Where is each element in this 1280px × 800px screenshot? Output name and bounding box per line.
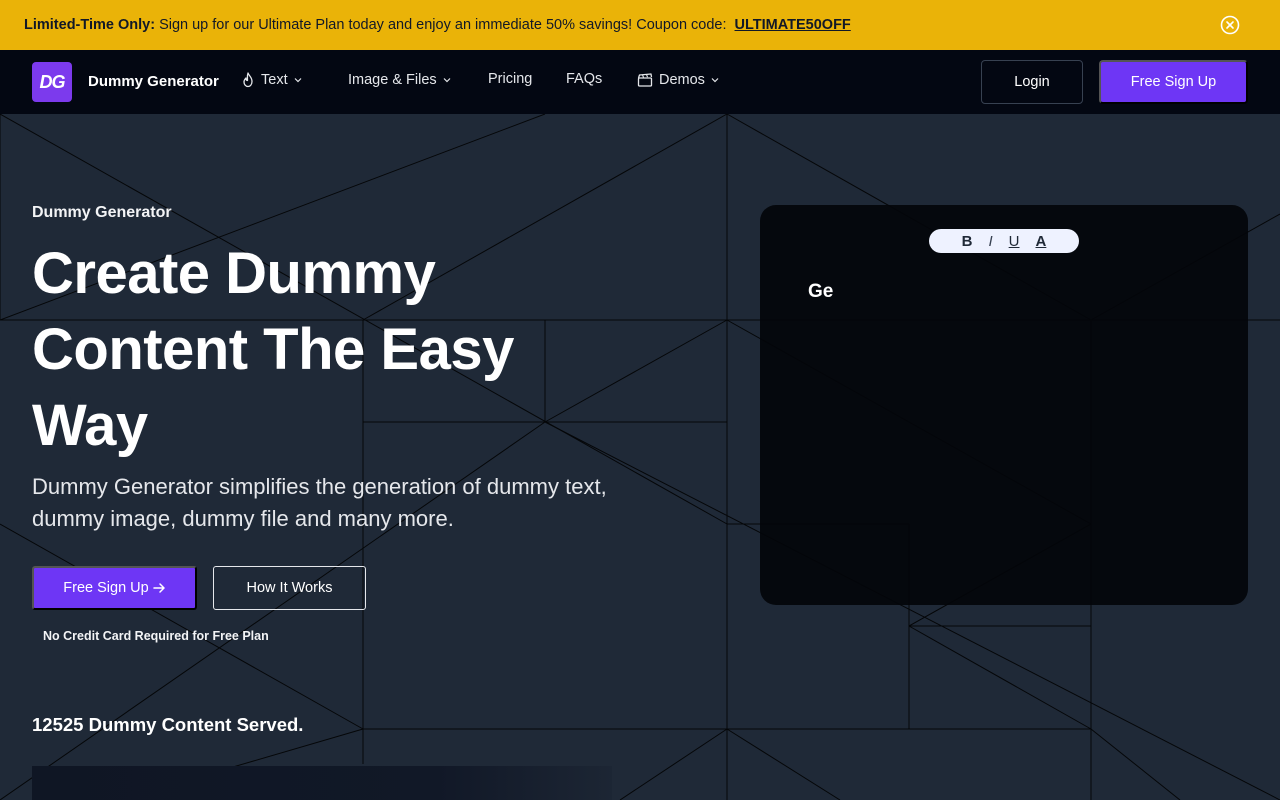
clapperboard-icon xyxy=(637,73,653,87)
promo-message: Sign up for our Ultimate Plan today and … xyxy=(159,17,727,33)
arrow-right-icon xyxy=(152,583,165,593)
flame-icon xyxy=(243,72,253,88)
chevron-down-icon xyxy=(711,78,719,83)
italic-button[interactable]: I xyxy=(988,233,992,250)
hero-eyebrow: Dummy Generator xyxy=(32,204,172,221)
nav-item-label: Demos xyxy=(659,72,705,88)
brand-name[interactable]: Dummy Generator xyxy=(88,73,219,90)
coupon-code[interactable]: ULTIMATE50OFF xyxy=(735,17,851,33)
close-circle-icon[interactable] xyxy=(1220,15,1240,35)
nav-item-pricing[interactable]: Pricing xyxy=(488,71,532,87)
format-toolbar: B I U A xyxy=(929,229,1079,253)
text-color-button[interactable]: A xyxy=(1036,233,1047,250)
content-preview-strip xyxy=(32,766,612,800)
promo-banner: Limited-Time Only: Sign up for our Ultim… xyxy=(0,0,1280,50)
editor-typed-text[interactable]: Ge xyxy=(808,281,833,303)
nav-item-text[interactable]: Text xyxy=(241,72,302,88)
free-signup-nav-button[interactable]: Free Sign Up xyxy=(1099,60,1248,104)
nav-item-label: Text xyxy=(261,72,288,88)
promo-lead: Limited-Time Only: xyxy=(24,17,156,33)
underline-button[interactable]: U xyxy=(1009,233,1020,250)
nav-item-demos[interactable]: Demos xyxy=(637,72,719,88)
free-signup-button-label: Free Sign Up xyxy=(63,580,149,596)
chevron-down-icon xyxy=(443,78,451,83)
logo[interactable]: DG xyxy=(32,62,72,102)
nav-item-faqs[interactable]: FAQs xyxy=(566,71,602,87)
hero-headline: Create Dummy Content The Easy Way xyxy=(32,241,514,458)
nav-item-image-files[interactable]: Image & Files xyxy=(348,72,451,88)
editor-demo-panel: B I U A Ge xyxy=(760,205,1248,605)
nav-item-label: Image & Files xyxy=(348,72,437,88)
hero-subtitle: Dummy Generator simplifies the generatio… xyxy=(32,474,607,531)
login-button[interactable]: Login xyxy=(981,60,1083,104)
chevron-down-icon xyxy=(294,78,302,83)
bold-button[interactable]: B xyxy=(962,233,973,250)
content-served-counter: 12525 Dummy Content Served. xyxy=(32,714,304,735)
free-signup-button[interactable]: Free Sign Up xyxy=(32,566,197,610)
nav-item-label: FAQs xyxy=(566,71,603,87)
main-nav: DG Dummy Generator Text Image & Files Pr… xyxy=(0,50,1280,114)
how-it-works-button[interactable]: How It Works xyxy=(213,566,366,610)
no-credit-card-note: No Credit Card Required for Free Plan xyxy=(43,629,269,643)
nav-item-label: Pricing xyxy=(488,71,533,87)
